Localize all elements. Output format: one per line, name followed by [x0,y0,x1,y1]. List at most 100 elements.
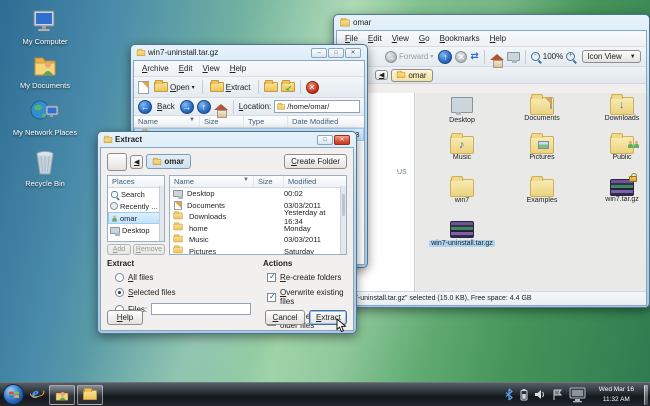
list-row[interactable]: Desktop00:02 [170,188,346,200]
breadcrumb-left-button[interactable]: ◀ [130,155,143,169]
archive-list-header[interactable]: Name▼ Size Type Date Modified [134,116,364,128]
file-item-win7-targz[interactable]: win7.tar.gz [586,179,647,203]
forward-button[interactable]: → Forward ▾ [383,50,435,64]
home-button[interactable] [214,104,228,110]
desktop-icon-my-documents[interactable]: My Documents [3,52,87,90]
archiver-titlebar[interactable]: win7-uninstall.tar.gz – □ ✕ [133,45,365,60]
add-folder-button[interactable]: ↙ [281,82,295,92]
extract-dialog-titlebar[interactable]: Extract □ ✕ [100,132,354,147]
desktop-button[interactable] [507,52,520,61]
place-omar[interactable]: omar [108,212,164,224]
menu-view[interactable]: View [198,63,223,74]
show-desktop-button[interactable] [644,385,648,405]
menu-view[interactable]: View [388,33,413,44]
file-list-scrollbar[interactable] [340,186,346,254]
checkbox-recreate-folders[interactable]: Re-create folders [267,273,347,282]
clock[interactable]: Wed Mar 16 11:32 AM [595,385,638,405]
place-recently-used[interactable]: Recently ... [108,200,164,212]
add-place-button[interactable]: Add [107,244,131,255]
minimize-button[interactable]: – [311,48,327,58]
menu-help[interactable]: Help [486,33,510,44]
desktop-icon-recycle-bin[interactable]: Recycle Bin [3,150,87,188]
bluetooth-icon[interactable] [504,388,514,401]
file-list[interactable]: Name▼ Size Modified Desktop00:02 Documen… [169,175,347,255]
cancel-button[interactable]: Cancel [265,310,305,325]
zoom-in-icon[interactable]: + [566,52,575,61]
radio-selected-files[interactable]: Selected files [115,288,255,297]
column-name[interactable]: Name▼ [134,116,200,127]
menu-archive[interactable]: Archive [138,63,173,74]
display-icon[interactable] [569,387,589,403]
column-size[interactable]: Size [200,116,244,127]
up-button[interactable]: ↑ [438,50,452,64]
stop-button[interactable]: ✕ [306,81,319,94]
extract-toolbar-button[interactable]: Extract [208,81,253,93]
refresh-icon[interactable]: ⇄ [470,51,478,62]
places-list[interactable]: Places Search Recently ... omar Desktop [107,175,165,242]
checkbox-overwrite[interactable]: Overwrite existing files [267,288,347,306]
close-button[interactable]: ✕ [334,135,350,145]
browser-e-icon[interactable]: e [32,386,39,403]
start-button[interactable] [3,384,24,405]
zoom-out-icon[interactable]: - [531,52,540,61]
file-manager-titlebar[interactable]: omar [336,15,647,30]
desktop-icon-my-network-places[interactable]: My Network Places [3,99,87,137]
column-name[interactable]: Name▼ [170,176,254,187]
file-item-public[interactable]: Public [586,136,647,161]
file-item-pictures[interactable]: Pictures [506,136,578,161]
icon-view[interactable]: Desktop Documents ↓ Downloads ♪ Music Pi… [416,93,646,291]
new-archive-button[interactable] [138,81,149,94]
list-row[interactable]: Music03/03/2011 [170,234,346,246]
file-item-win7[interactable]: win7 [426,179,498,204]
file-item-desktop[interactable]: Desktop [426,97,498,124]
view-mode-dropdown[interactable]: Icon View ▼ [582,50,641,63]
stop-button[interactable]: ✕ [455,51,467,63]
file-item-win7-uninstall-targz[interactable]: win7-uninstall.tar.gz [426,221,498,247]
help-button[interactable]: Help [107,310,143,325]
radio-all-files[interactable]: All files [115,273,255,282]
remove-place-button[interactable]: Remove [133,244,165,255]
menu-help[interactable]: Help [226,63,250,74]
menu-edit[interactable]: Edit [175,63,197,74]
open-archive-button[interactable]: Open ▾ [152,81,197,93]
taskbar-button-folder[interactable] [77,385,103,405]
file-item-documents[interactable]: Documents [506,97,578,122]
menu-edit[interactable]: Edit [364,33,386,44]
desktop-item-icon [451,97,473,113]
column-size[interactable]: Size [254,176,284,187]
column-type[interactable]: Type [244,116,288,127]
add-files-button[interactable] [264,82,278,92]
battery-icon[interactable] [520,388,528,401]
home-button[interactable] [490,54,504,60]
back-button[interactable]: ← [138,100,152,114]
desktop-icon-my-computer[interactable]: My Computer [3,8,87,46]
place-search[interactable]: Search [108,188,164,200]
network-flag-icon[interactable] [552,389,563,401]
file-item-music[interactable]: ♪ Music [426,136,498,161]
place-desktop[interactable]: Desktop [108,224,164,236]
list-row[interactable]: homeMonday [170,223,346,235]
taskbar-button-documents[interactable] [49,385,75,405]
tab-scroll-left-button[interactable]: ◀ [375,70,388,80]
close-button[interactable]: ✕ [345,48,361,58]
up-button[interactable]: ↑ [197,100,211,114]
tab-omar[interactable]: omar [391,69,432,82]
file-item-downloads[interactable]: ↓ Downloads [586,97,647,122]
create-folder-button[interactable]: Create Folder [284,154,347,169]
breadcrumb-omar[interactable]: omar [146,154,191,169]
column-modified[interactable]: Modified [284,176,346,187]
maximize-button[interactable]: □ [328,48,344,58]
type-filename-button[interactable] [107,153,127,171]
location-input[interactable]: /home/omar/ [274,100,360,113]
volume-icon[interactable] [534,389,546,400]
list-row[interactable]: DownloadsYesterday at 16:34 [170,211,346,223]
menu-file[interactable]: File [341,33,362,44]
list-row[interactable]: PicturesSaturday [170,246,346,256]
column-date-modified[interactable]: Date Modified [288,116,364,127]
menu-bookmarks[interactable]: Bookmarks [436,33,484,44]
forward-button[interactable]: → [180,100,194,114]
maximize-button[interactable]: □ [317,135,333,145]
places-scrollbar[interactable] [159,186,164,241]
menu-go[interactable]: Go [415,33,434,44]
file-item-examples[interactable]: Examples [506,179,578,204]
